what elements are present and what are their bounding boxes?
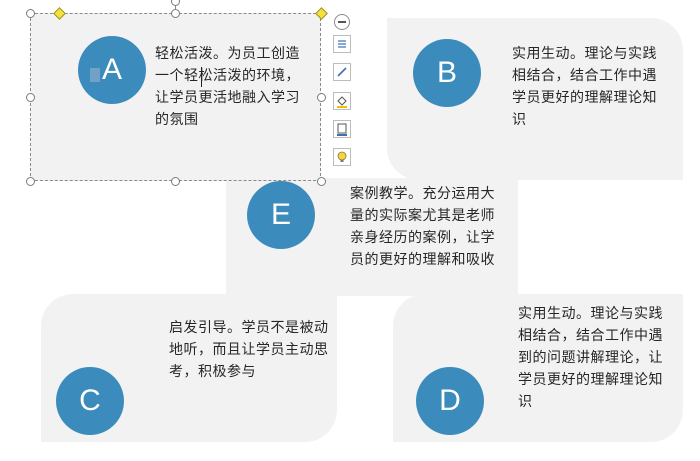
lightbulb-icon: [337, 151, 347, 162]
fill-icon: [337, 96, 347, 108]
fill-button[interactable]: [333, 92, 351, 110]
resize-handle-bottom-right[interactable]: [317, 177, 326, 186]
card-b-text: 实用生动。理论与实践相结合，结合工作中遇学员更好的理解理论知识: [512, 46, 657, 128]
resize-handle-bottom[interactable]: [171, 177, 180, 186]
layout-options-button[interactable]: [333, 35, 351, 53]
badge-e: E: [247, 181, 315, 249]
selection-frame: [30, 13, 321, 181]
badge-b: B: [413, 39, 481, 107]
layout-options-icon: [338, 40, 346, 48]
rotate-handle[interactable]: [171, 0, 180, 6]
ideas-button[interactable]: [333, 148, 351, 166]
card-c-text: 启发引导。学员不是被动地听，而且让学员主动思考，积极参与: [169, 320, 329, 380]
outline-icon: [337, 123, 347, 136]
collapse-button[interactable]: [334, 14, 350, 30]
style-button[interactable]: [333, 63, 351, 81]
outline-button[interactable]: [333, 120, 351, 138]
badge-d: D: [416, 367, 484, 435]
pen-icon: [337, 67, 347, 77]
card-d-text: 实用生动。理论与实践相结合，结合工作中遇到的问题讲解理论，让学员更好的理解理论知…: [518, 306, 663, 410]
resize-handle-top[interactable]: [171, 9, 180, 18]
resize-handle-top-left[interactable]: [26, 9, 35, 18]
minus-icon: [338, 21, 346, 23]
resize-handle-left[interactable]: [26, 93, 35, 102]
card-e-text: 案例教学。充分运用大量的实际案尤其是老师亲身经历的案例，让学员的更好的理解和吸收: [350, 186, 495, 268]
resize-handle-bottom-left[interactable]: [26, 177, 35, 186]
resize-handle-right[interactable]: [317, 93, 326, 102]
badge-c: C: [56, 367, 124, 435]
